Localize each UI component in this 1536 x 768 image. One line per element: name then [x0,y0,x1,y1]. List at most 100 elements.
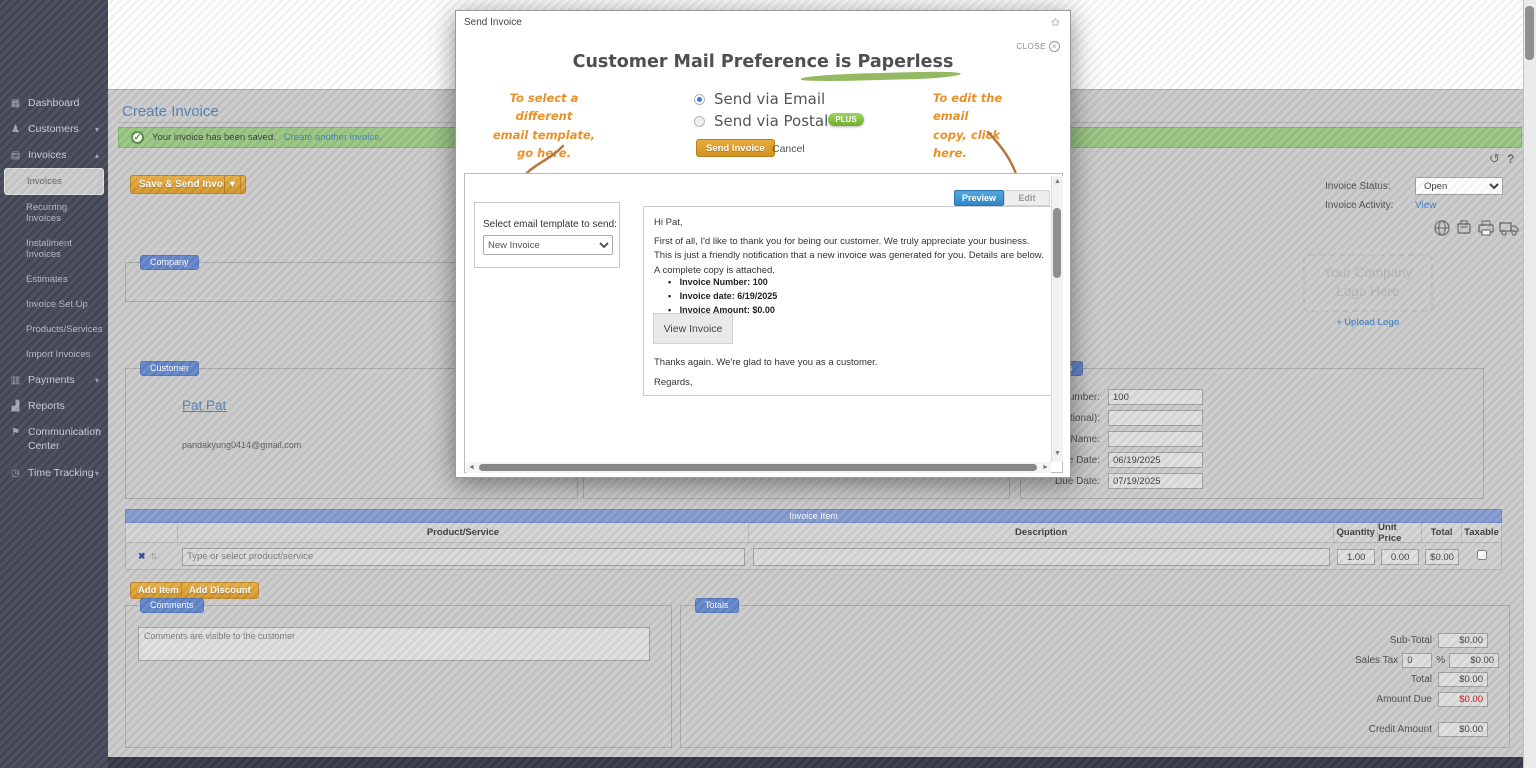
horizontal-scrollbar-thumb[interactable] [479,464,1037,471]
sidebar-item-invoices[interactable]: ▤ Invoices ▴ [0,142,108,168]
amount-due-label: Amount Due [1340,694,1438,705]
modal-cancel-link[interactable]: Cancel [772,143,805,155]
edit-tab[interactable]: Edit [1004,190,1050,206]
undo-icon[interactable]: ↺ [1489,151,1500,167]
add-item-button[interactable]: Add Item [130,582,187,599]
send-via-email-option[interactable]: Send via Email [694,90,825,108]
sidebar-item-time-tracking[interactable]: ◷ Time Tracking ▾ [0,460,108,486]
company-logo-placeholder-right[interactable]: Your Company Logo Here [1303,254,1433,312]
totals-legend: Totals [695,598,739,613]
sales-tax-rate-input[interactable] [1402,653,1432,668]
invoice-item-bar: Invoice Item [125,509,1502,523]
unit-price-input[interactable] [1381,549,1419,565]
invoice-activity-label: Invoice Activity: [1325,200,1415,211]
radio-unselected-icon[interactable] [694,116,705,127]
chevron-down-icon: ▾ [95,469,99,478]
upload-logo-link-right[interactable]: + Upload Logo [1303,317,1433,327]
scroll-up-icon[interactable]: ▲ [1054,178,1061,185]
project-name-input[interactable] [1108,431,1203,447]
sidebar-item-payments[interactable]: ▥ Payments ▾ [0,367,108,393]
sidebar-subitem-products-services[interactable]: Products/Services [0,317,108,342]
send-invoice-modal: Send Invoice ✿ CLOSE × Customer Mail Pre… [455,10,1071,478]
actions-column-header [126,523,178,542]
modal-send-invoice-button[interactable]: Send Invoice [696,139,775,157]
description-input[interactable] [753,548,1330,566]
customer-name-link[interactable]: Pat Pat [182,398,226,413]
subtotal-value[interactable] [1438,633,1488,648]
customer-legend: Customer [140,361,199,376]
page-scrollbar[interactable] [1523,0,1536,768]
product-service-input[interactable] [182,548,745,566]
description-column-header: Description [749,523,1334,542]
sidebar-item-label: Reports [28,400,65,412]
modal-heading: Customer Mail Preference is Paperless [456,52,1070,72]
send-via-postal-label: Send via Postal [714,112,828,130]
credit-amount-value[interactable] [1438,722,1488,737]
sidebar-item-reports[interactable]: ▟ Reports [0,393,108,419]
page-help-icon[interactable]: ? [1507,152,1514,166]
sidebar-subitem-estimates[interactable]: Estimates [0,267,108,292]
customer-email: pandakyung0414@gmail.com [182,440,301,450]
comments-textarea[interactable] [138,627,650,661]
sidebar-subitem-invoices[interactable]: Invoices [4,168,104,195]
due-date-input[interactable] [1108,473,1203,489]
scroll-right-icon[interactable]: ► [1042,464,1049,471]
page-scrollbar-thumb[interactable] [1525,6,1534,60]
total-value[interactable] [1438,672,1488,687]
invoice-date-input[interactable] [1108,452,1203,468]
quantity-input[interactable] [1337,549,1375,565]
amount-due-value[interactable] [1438,692,1488,707]
template-select-box: Select email template to send: New Invoi… [474,202,620,268]
invoice-status-row: Invoice Status: Open [1325,177,1503,195]
close-button[interactable]: CLOSE × [1016,41,1060,52]
sidebar-subitem-installment-invoices[interactable]: Installment Invoices [0,231,108,267]
chevron-down-icon: ▾ [95,125,99,134]
po-number-input[interactable] [1108,410,1203,426]
printer-icon[interactable] [1477,219,1495,237]
product-column-header: Product/Service [178,523,749,542]
sidebar-item-dashboard[interactable]: ▦ Dashboard [0,90,108,116]
line-total-input[interactable] [1425,549,1459,565]
preview-tab[interactable]: Preview [954,190,1004,206]
view-invoice-button[interactable]: View Invoice [653,313,733,344]
create-another-invoice-link[interactable]: Create another invoice. [284,132,382,143]
save-send-dropdown-caret[interactable]: ▾ [224,175,241,194]
add-discount-button[interactable]: Add Discount [181,582,259,599]
scroll-left-icon[interactable]: ◄ [468,464,475,471]
send-via-email-label: Send via Email [714,90,825,108]
sidebar-subitem-recurring-invoices[interactable]: Recurring Invoices [0,195,108,231]
green-brush-underline [801,71,961,82]
invoice-number-input[interactable] [1108,389,1203,405]
sidebar-item-label: Communication Center [28,426,86,453]
email-signoff: Regards, [654,377,693,388]
check-icon: ✓ [131,131,144,144]
scroll-down-icon[interactable]: ▼ [1054,450,1061,457]
percent-sign: % [1436,655,1445,666]
sidebar-item-label: Customers [28,123,79,135]
subtotal-row: Sub-Total [1340,633,1488,648]
delete-item-icon[interactable]: ✖ [138,551,146,562]
email-preview-panel: Preview Edit Select email template to se… [464,173,1063,473]
vertical-scrollbar-thumb[interactable] [1053,208,1061,278]
quantity-column-header: Quantity [1334,523,1378,542]
invoice-date-bullet: Invoice date: 6/19/2025 [668,291,777,301]
globe-icon[interactable] [1433,219,1451,237]
invoice-status-select[interactable]: Open [1415,177,1503,195]
sidebar-item-customers[interactable]: ♟ Customers ▾ [0,116,108,142]
fax-icon[interactable] [1455,219,1473,237]
sidebar-item-communication-center[interactable]: ⚑ Communication Center ▾ [0,419,108,460]
sales-tax-value[interactable] [1449,653,1499,668]
template-select[interactable]: New Invoice [483,235,613,255]
taxable-checkbox[interactable] [1477,550,1487,560]
sidebar-subitem-invoice-set-up[interactable]: Invoice Set Up [0,292,108,317]
close-icon: × [1049,41,1060,52]
footer-bar [108,757,1523,768]
radio-selected-icon[interactable] [694,94,705,105]
drag-handle-icon[interactable]: ⇅ [151,552,158,561]
invoice-item-row: ✖ ⇅ [125,543,1502,570]
decorative-flower-icon: ✿ [1051,16,1060,29]
truck-icon[interactable] [1499,219,1519,237]
send-via-postal-option[interactable]: Send via Postal [694,112,828,130]
sidebar-subitem-import-invoices[interactable]: Import Invoices [0,342,108,367]
invoice-activity-view-link[interactable]: View [1415,200,1437,211]
